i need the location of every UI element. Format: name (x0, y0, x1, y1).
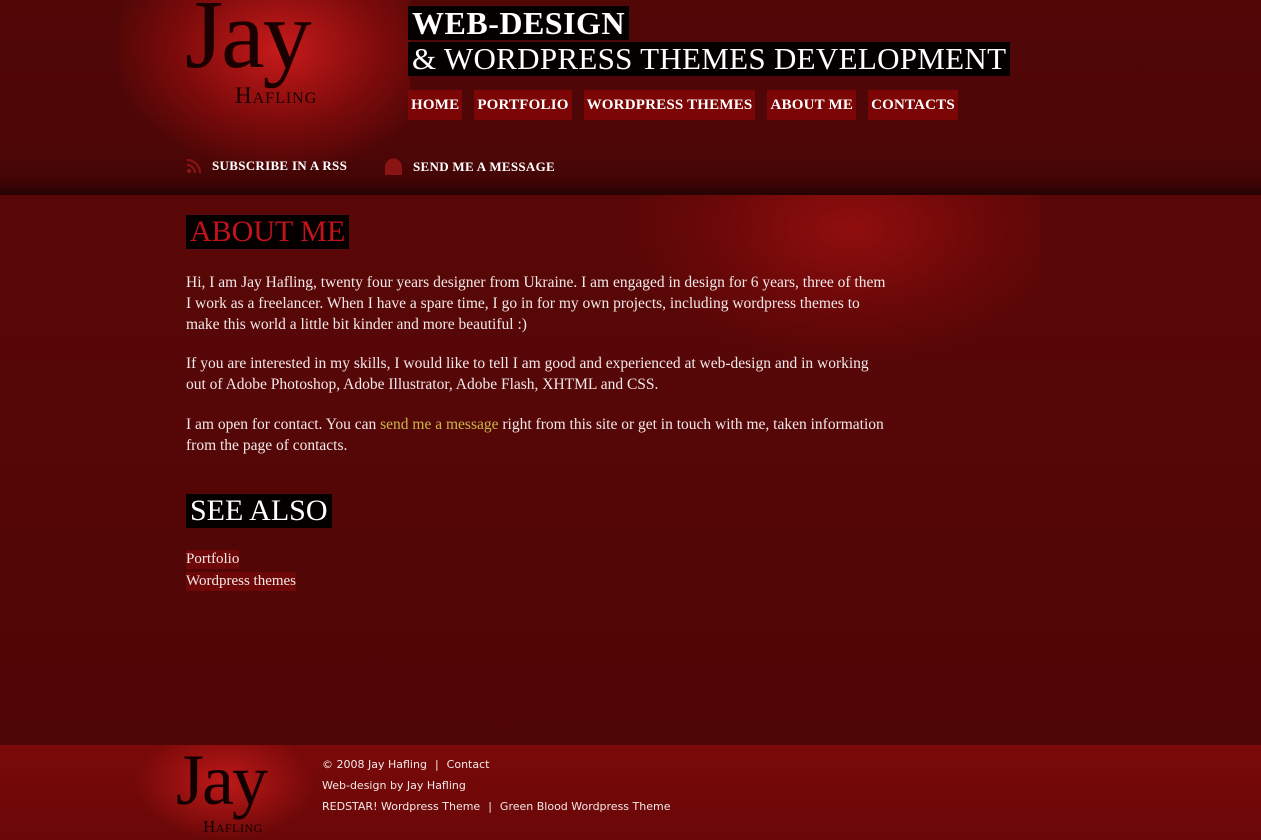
headline-secondary: & WORDPRESS THEMES DEVELOPMENT (408, 42, 1011, 76)
footer-credit-line: Web-design by Jay Hafling (322, 779, 466, 793)
rss-icon (186, 158, 202, 174)
footer-logo-subword: Hafling (203, 817, 263, 836)
send-message-link[interactable]: SEND ME A MESSAGE (384, 158, 555, 176)
rss-subscribe-link[interactable]: SUBSCRIBE IN A RSS (186, 158, 347, 174)
logo-word: Jay (185, 0, 312, 89)
see-also-link-wordpress-themes[interactable]: Wordpress themes (186, 572, 297, 591)
footer-copyright: © 2008 Jay Hafling (322, 758, 427, 771)
see-also-list: Portfolio Wordpress themes (186, 550, 297, 594)
footer-theme-greenblood-link[interactable]: Green Blood Wordpress Theme (500, 800, 671, 813)
nav-about-me[interactable]: ABOUT ME (767, 90, 857, 120)
footer-credit: Web-design by Jay Hafling (322, 779, 466, 792)
headline-primary: WEB-DESIGN (408, 6, 630, 40)
paragraph-3-text-before: I am open for contact. You can (186, 416, 381, 433)
message-label: SEND ME A MESSAGE (413, 159, 555, 174)
footer-separator: | (434, 758, 439, 771)
footer-theme-redstar-link[interactable]: REDSTAR! Wordpress Theme (322, 800, 480, 813)
footer-contact-link[interactable]: Contact (447, 758, 490, 771)
footer-themes-line: REDSTAR! Wordpress Theme | Green Blood Wor… (322, 800, 670, 814)
about-paragraph-3: I am open for contact. You can send me a… (186, 414, 886, 456)
see-also-heading: SEE ALSO (186, 494, 332, 528)
footer-copyright-line: © 2008 Jay Hafling | Contact (322, 758, 489, 772)
send-message-inline-link[interactable]: send me a message (380, 416, 498, 433)
about-heading: ABOUT ME (186, 215, 350, 249)
nav-home[interactable]: HOME (408, 90, 463, 120)
about-paragraph-1: Hi, I am Jay Hafling, twenty four years … (186, 274, 886, 333)
logo-subword: Hafling (235, 83, 318, 108)
footer-separator: | (488, 800, 492, 813)
main-nav: HOME PORTFOLIO WORDPRESS THEMES ABOUT ME… (408, 90, 958, 120)
footer-logo-word: Jay (176, 740, 268, 820)
nav-wordpress-themes[interactable]: WORDPRESS THEMES (583, 90, 756, 120)
rss-label: SUBSCRIBE IN A RSS (212, 158, 348, 173)
footer-logo[interactable]: Jay Hafling (176, 744, 306, 840)
nav-contacts[interactable]: CONTACTS (868, 90, 958, 120)
nav-portfolio[interactable]: PORTFOLIO (474, 90, 572, 120)
site-logo[interactable]: Jay Hafling (185, 0, 360, 121)
message-icon (384, 158, 403, 176)
see-also-link-portfolio[interactable]: Portfolio (186, 550, 240, 569)
about-paragraph-2: If you are interested in my skills, I wo… (186, 355, 869, 393)
